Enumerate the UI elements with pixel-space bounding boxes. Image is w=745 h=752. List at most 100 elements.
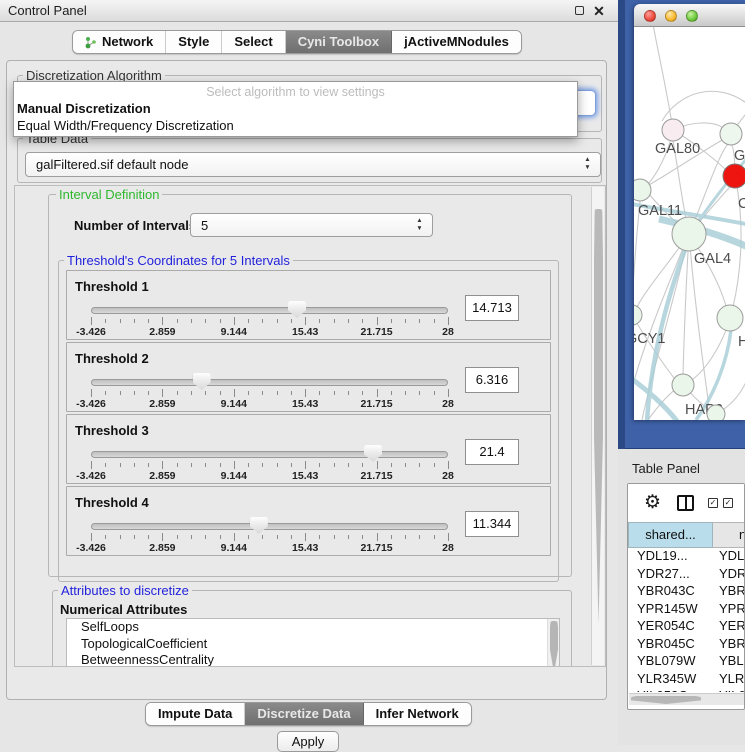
column-header-shared-name[interactable]: shared... bbox=[628, 522, 713, 548]
node-table: ⚙ ✓ ✓ shared... n... YDL19...YDL1YDR27..… bbox=[627, 483, 745, 710]
checkbox-icon[interactable]: ✓ bbox=[723, 498, 733, 508]
apply-button[interactable]: Apply bbox=[277, 731, 339, 752]
list-scrollbar[interactable] bbox=[547, 619, 559, 667]
table-row[interactable]: YBR043CYBR0 bbox=[628, 583, 745, 601]
threshold-label: Threshold 3 bbox=[75, 423, 149, 438]
table-row[interactable]: YDL19...YDL1 bbox=[628, 548, 745, 566]
network-window-titlebar[interactable] bbox=[634, 4, 745, 27]
combo-stepper-icon: ▲▼ bbox=[415, 217, 424, 233]
network-node-GAL11[interactable] bbox=[634, 179, 651, 201]
numerical-attributes-list[interactable]: SelfLoopsTopologicalCoefficientBetweenne… bbox=[66, 618, 560, 667]
network-node-G[interactable] bbox=[720, 123, 742, 145]
gear-icon[interactable]: ⚙ bbox=[644, 491, 661, 514]
attribute-list-item[interactable]: SelfLoops bbox=[67, 619, 559, 636]
slider-track[interactable] bbox=[91, 451, 448, 458]
tab-select[interactable]: Select bbox=[222, 31, 285, 53]
network-node-HAP2[interactable] bbox=[672, 374, 694, 396]
network-node-C[interactable] bbox=[723, 164, 745, 188]
threshold-3-box: Threshold 3 -3.4262.8599.14415.4321.71528… bbox=[66, 414, 551, 484]
scrollbar-thumb[interactable] bbox=[631, 696, 701, 704]
table-row[interactable]: YER054CYER0 bbox=[628, 618, 745, 636]
table-row[interactable]: YDR27...YDR2 bbox=[628, 566, 745, 584]
slider-thumb[interactable] bbox=[288, 301, 306, 318]
cell-name: YIL0 bbox=[713, 688, 745, 692]
tab-label: Cyni Toolbox bbox=[298, 31, 379, 53]
scrollbar-thumb[interactable] bbox=[594, 209, 603, 624]
tab-label: jActiveMNodules bbox=[404, 31, 509, 53]
close-icon[interactable]: ✕ bbox=[592, 4, 606, 18]
node-label-GCY1: GCY1 bbox=[634, 331, 666, 347]
network-icon bbox=[85, 36, 97, 49]
tab-discretize-data[interactable]: Discretize Data bbox=[245, 703, 363, 725]
threshold-value-field[interactable]: 6.316 bbox=[465, 367, 519, 393]
tab-infer-network[interactable]: Infer Network bbox=[364, 703, 471, 725]
settings-scroll-panel: Interval Definition Number of Intervals … bbox=[14, 185, 606, 667]
bottom-tab-bar: Impute DataDiscretize Data Infer Network bbox=[145, 702, 472, 726]
cell-shared-name: YDL19... bbox=[628, 548, 713, 566]
table-horizontal-scrollbar[interactable] bbox=[629, 693, 744, 705]
right-side-area: GAL80GCGAL11GAL4GCY1HHAP2 Table Panel ⚙ … bbox=[618, 0, 745, 745]
table-data-combobox[interactable]: galFiltered.sif default node ▲▼ bbox=[25, 152, 601, 177]
checkbox-icon[interactable]: ✓ bbox=[708, 498, 718, 508]
slider-track[interactable] bbox=[91, 523, 448, 530]
slider-thumb[interactable] bbox=[364, 445, 382, 462]
slider-track[interactable] bbox=[91, 307, 448, 314]
minimize-traffic-light-icon[interactable] bbox=[665, 10, 677, 22]
cell-shared-name: YLR345W bbox=[628, 671, 713, 689]
network-node-GCY1[interactable] bbox=[634, 305, 642, 325]
threshold-value-field[interactable]: 14.713 bbox=[465, 295, 519, 321]
table-row[interactable]: YIL052CYIL0 bbox=[628, 688, 745, 692]
tab-network[interactable]: Network bbox=[73, 31, 166, 53]
dropdown-item-manual-discretization[interactable]: Manual Discretization bbox=[17, 101, 151, 116]
threshold-value-field[interactable]: 11.344 bbox=[465, 511, 519, 537]
threshold-value-field[interactable]: 21.4 bbox=[465, 439, 519, 465]
cell-name: YBL0 bbox=[713, 653, 745, 671]
tab-jactivemnodules[interactable]: jActiveMNodules bbox=[392, 31, 521, 53]
slider-thumb[interactable] bbox=[193, 373, 211, 390]
close-traffic-light-icon[interactable] bbox=[644, 10, 656, 22]
table-row[interactable]: YBL079WYBL0 bbox=[628, 653, 745, 671]
table-row[interactable]: YPR145WYPR1 bbox=[628, 601, 745, 619]
threshold-label: Threshold 1 bbox=[75, 279, 149, 294]
panel-scrollbar[interactable] bbox=[591, 187, 604, 665]
node-label-G: G bbox=[734, 148, 745, 164]
network-node-GAL4[interactable] bbox=[672, 217, 706, 251]
slider-scale-labels: -3.4262.8599.14415.4321.71528 bbox=[91, 398, 448, 410]
combo-stepper-icon: ▲▼ bbox=[583, 156, 592, 172]
zoom-traffic-light-icon[interactable] bbox=[686, 10, 698, 22]
network-canvas[interactable]: GAL80GCGAL11GAL4GCY1HHAP2 bbox=[634, 27, 745, 420]
threshold-2-box: Threshold 2 -3.4262.8599.14415.4321.71528… bbox=[66, 342, 551, 412]
slider-thumb[interactable] bbox=[250, 517, 268, 534]
network-node-node-bottom[interactable] bbox=[707, 405, 725, 420]
tab-style[interactable]: Style bbox=[166, 31, 222, 53]
threshold-label: Threshold 4 bbox=[75, 495, 149, 510]
attribute-list-item[interactable]: TopologicalCoefficient bbox=[67, 636, 559, 653]
network-node-GAL80[interactable] bbox=[662, 119, 684, 141]
table-row[interactable]: YLR345WYLR3 bbox=[628, 671, 745, 689]
thresholds-group-label: Threshold's Coordinates for 5 Intervals bbox=[64, 253, 293, 268]
node-label-GAL80: GAL80 bbox=[655, 141, 700, 157]
attribute-list-item[interactable]: BetweennessCentrality bbox=[67, 652, 559, 667]
table-row[interactable]: YBR045CYBR0 bbox=[628, 636, 745, 654]
threshold-4-box: Threshold 4-3.4262.8599.14415.4321.71528… bbox=[66, 486, 551, 556]
dropdown-hint: Select algorithm to view settings bbox=[14, 85, 577, 99]
table-panel-title: Table Panel bbox=[632, 461, 700, 476]
tab-label: Infer Network bbox=[376, 703, 459, 725]
column-header-name[interactable]: n... bbox=[713, 522, 745, 548]
dropdown-item-equal-width-frequency[interactable]: Equal Width/Frequency Discretization bbox=[17, 118, 234, 133]
tab-label: Style bbox=[178, 31, 209, 53]
slider-ticks bbox=[91, 533, 448, 542]
number-of-intervals-combobox[interactable]: 5 ▲▼ bbox=[190, 213, 433, 237]
slider-scale-labels: -3.4262.8599.14415.4321.71528 bbox=[91, 326, 448, 338]
threshold-label: Threshold 2 bbox=[75, 351, 149, 366]
tab-cyni-toolbox[interactable]: Cyni Toolbox bbox=[286, 31, 392, 53]
cell-shared-name: YBL079W bbox=[628, 653, 713, 671]
tab-impute-data[interactable]: Impute Data bbox=[146, 703, 245, 725]
split-view-icon[interactable] bbox=[677, 495, 694, 511]
cell-name: YBR0 bbox=[713, 636, 745, 654]
network-node-H[interactable] bbox=[717, 305, 743, 331]
slider-track[interactable] bbox=[91, 379, 448, 386]
slider-scale-labels: -3.4262.8599.14415.4321.71528 bbox=[91, 470, 448, 482]
float-window-icon[interactable] bbox=[572, 4, 586, 18]
cell-shared-name: YIL052C bbox=[628, 688, 713, 692]
